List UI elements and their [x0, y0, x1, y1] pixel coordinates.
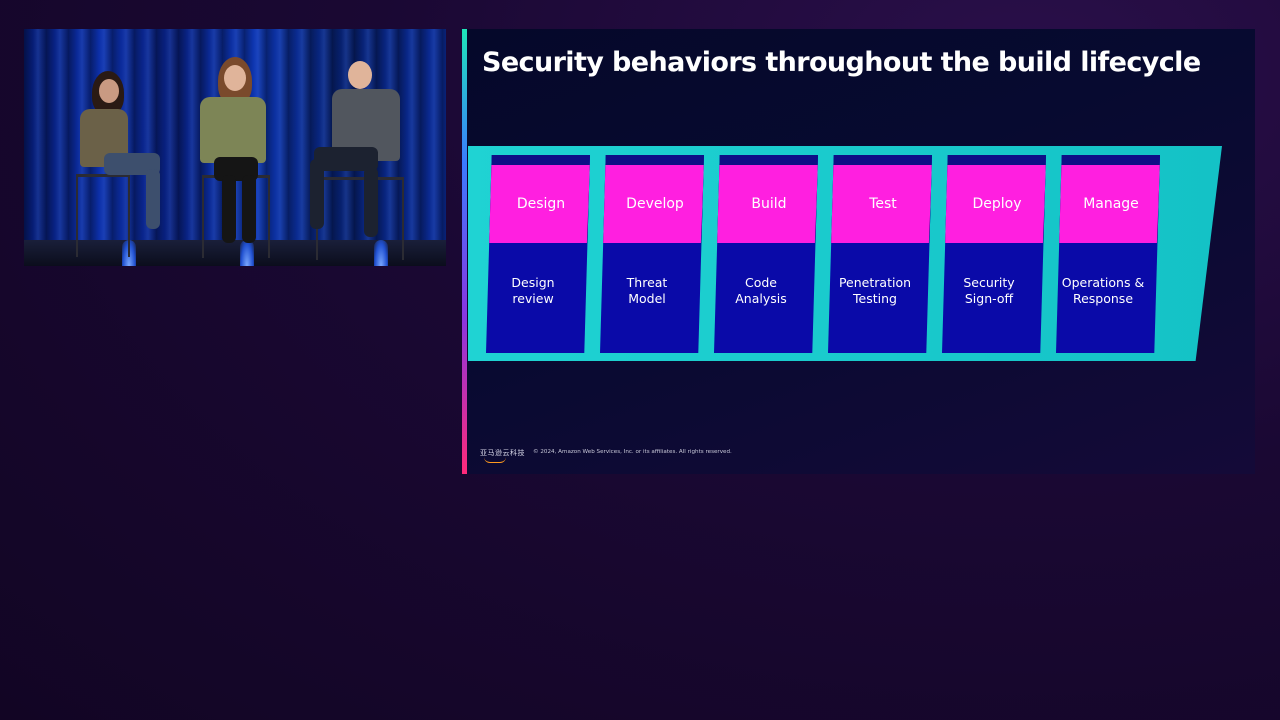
video-feed — [24, 29, 446, 266]
logo-text: 亚马逊云科技 — [480, 449, 525, 457]
activity-label: Design review — [511, 275, 555, 306]
lifecycle-stage-design: Design Design review — [486, 155, 590, 353]
presentation-slide: Security behaviors throughout the build … — [462, 29, 1255, 474]
copyright-notice: © 2024, Amazon Web Services, Inc. or its… — [533, 449, 732, 455]
phase-label: Test — [869, 196, 897, 212]
phase-box: Develop — [602, 165, 704, 243]
activity-label: Threat Model — [626, 275, 668, 306]
lifecycle-stage-test: Test Penetration Testing — [828, 155, 932, 353]
activity-label: Operations & Response — [1061, 275, 1145, 306]
slide-accent-bar — [462, 29, 467, 474]
phase-box: Deploy — [944, 165, 1046, 243]
lifecycle-stage-manage: Manage Operations & Response — [1056, 155, 1160, 353]
phase-box: Build — [716, 165, 818, 243]
panelist-left — [74, 69, 164, 259]
panelist-center — [196, 57, 286, 258]
phase-box: Design — [488, 165, 590, 243]
phase-label: Manage — [1083, 196, 1139, 212]
activity-label: Code Analysis — [735, 275, 787, 306]
lifecycle-stage-deploy: Deploy Security Sign-off — [942, 155, 1046, 353]
activity-label: Security Sign-off — [963, 275, 1015, 306]
activity-label: Penetration Testing — [838, 275, 912, 306]
panelist-right — [296, 59, 406, 260]
slide-title: Security behaviors throughout the build … — [482, 47, 1201, 78]
phase-box: Test — [830, 165, 932, 243]
aws-logo: 亚马逊云科技 — [480, 448, 525, 463]
smile-arrow-icon — [484, 457, 506, 463]
phase-label: Develop — [626, 196, 684, 212]
phase-box: Manage — [1058, 165, 1160, 243]
phase-label: Build — [751, 196, 787, 212]
lifecycle-stage-build: Build Code Analysis — [714, 155, 818, 353]
phase-label: Design — [516, 196, 566, 212]
lifecycle-stage-develop: Develop Threat Model — [600, 155, 704, 353]
phase-label: Deploy — [972, 196, 1022, 212]
